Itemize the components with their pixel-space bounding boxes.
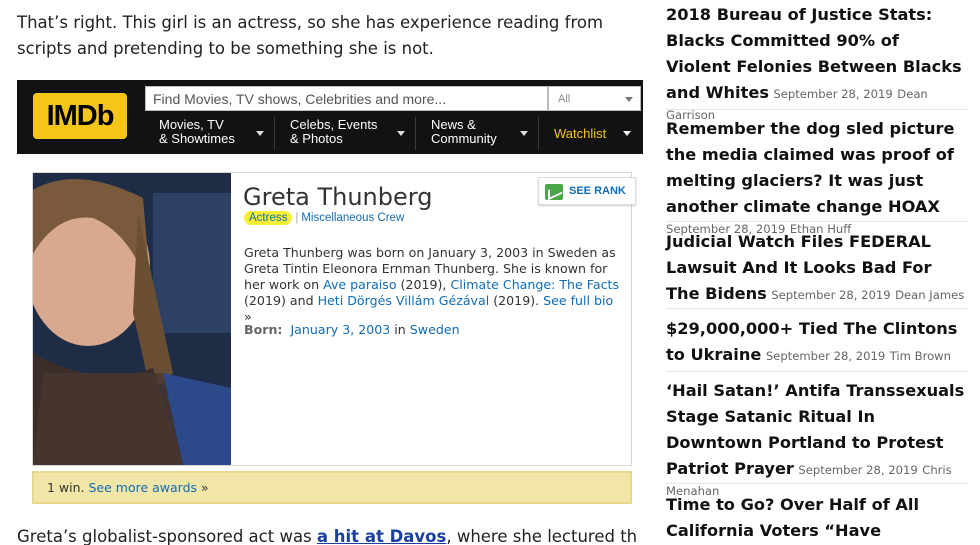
nav-label-line1: News & [431, 117, 476, 132]
post-title-link[interactable]: Time to Go? Over Half of All California … [666, 495, 919, 545]
bio-link-heti-dorges[interactable]: Heti Dörgés Villám Gézával [318, 293, 490, 308]
davos-link[interactable]: a hit at Davos [317, 527, 446, 545]
person-name: Greta Thunberg [243, 183, 433, 211]
role-separator: | [295, 212, 299, 224]
portrait-image [33, 173, 231, 465]
post-author[interactable]: Dean James [895, 288, 964, 302]
bio-text: (2019), [396, 277, 451, 292]
article-column: That’s right. This girl is an actress, s… [0, 0, 650, 545]
imdb-logo[interactable]: IMDb [33, 93, 127, 139]
born-date-link[interactable]: January 3, 2003 [290, 322, 390, 337]
chevron-down-icon [520, 131, 528, 136]
post-date: September 28, 2019 [773, 87, 893, 101]
nav-news-community[interactable]: News & Community [419, 117, 539, 150]
imdb-profile-card: SEE RANK Greta Thunberg Actress | Miscella… [32, 172, 636, 466]
born-info: Born: January 3, 2003 in Sweden [244, 322, 460, 337]
post-date: September 28, 2019 [798, 463, 918, 477]
sidebar-post[interactable]: $29,000,000+ Tied The Clintons to Ukrain… [666, 316, 968, 372]
sidebar-post[interactable]: 2018 Bureau of Justice Stats: Blacks Com… [666, 2, 968, 122]
sidebar-post[interactable]: Judicial Watch Files FEDERAL Lawsuit And… [666, 229, 968, 309]
born-place-link[interactable]: Sweden [410, 322, 460, 337]
bio-text: (2019) and [244, 293, 318, 308]
born-in-text: in [390, 322, 410, 337]
born-label: Born: [244, 322, 283, 337]
role-misc-crew[interactable]: Miscellaneous Crew [301, 212, 404, 224]
outro-text: Greta’s globalist-sponsored act was [17, 527, 317, 545]
nav-movies-tv[interactable]: Movies, TV & Showtimes [147, 117, 275, 150]
search-scope-select[interactable]: All [548, 86, 641, 111]
bio-link-ave-paraiso[interactable]: Ave paraiso [323, 277, 396, 292]
see-rank-label: SEE RANK [569, 185, 626, 197]
post-date: September 28, 2019 [765, 349, 886, 363]
see-more-awards-link[interactable]: See more awards [89, 480, 198, 495]
person-roles: Actress | Miscellaneous Crew [244, 211, 404, 225]
rank-chart-icon [545, 184, 563, 200]
awards-count: 1 win. [47, 480, 89, 495]
post-author[interactable]: Tim Brown [890, 349, 951, 363]
see-full-bio-link[interactable]: See full bio [543, 293, 613, 308]
see-rank-button[interactable]: SEE RANK [538, 177, 636, 205]
person-bio: Greta Thunberg was born on January 3, 20… [244, 245, 624, 325]
sidebar-post[interactable]: Remember the dog sled picture the media … [666, 116, 968, 236]
chevron-down-icon [625, 97, 633, 102]
profile-photo[interactable] [33, 173, 231, 465]
outro-text: , where she lectured the elite on [446, 527, 637, 545]
nav-watchlist[interactable]: Watchlist [542, 117, 641, 150]
nav-label-line1: Celebs, Events [290, 117, 378, 132]
bio-link-climate-change[interactable]: Climate Change: The Facts [450, 277, 619, 292]
chevron-down-icon [256, 131, 264, 136]
article-intro-paragraph: That’s right. This girl is an actress, s… [17, 13, 604, 58]
awards-bar: 1 win. See more awards » [32, 471, 632, 504]
article-next-paragraph: Greta’s globalist-sponsored act was a hi… [17, 524, 637, 545]
chevron-down-icon [397, 131, 405, 136]
nav-celebs-events[interactable]: Celebs, Events & Photos [278, 117, 416, 150]
chevron-down-icon [623, 131, 631, 136]
post-title-link[interactable]: Remember the dog sled picture the media … [666, 119, 955, 216]
search-scope-label: All [558, 93, 571, 105]
role-actress[interactable]: Actress [244, 211, 293, 225]
post-date: September 28, 2019 [771, 288, 891, 302]
imdb-header: IMDb Find Movies, TV shows, Celebrities … [17, 80, 643, 154]
search-input[interactable]: Find Movies, TV shows, Celebrities and m… [145, 86, 548, 111]
watchlist-label: Watchlist [554, 126, 607, 141]
awards-arrow: » [197, 480, 209, 495]
sidebar-post[interactable]: Time to Go? Over Half of All California … [666, 492, 968, 545]
sidebar-post[interactable]: ‘Hail Satan!’ Antifa Transsexuals Stage … [666, 378, 968, 498]
nav-label-line1: Movies, TV [159, 117, 224, 132]
bio-text: (2019). [489, 293, 544, 308]
